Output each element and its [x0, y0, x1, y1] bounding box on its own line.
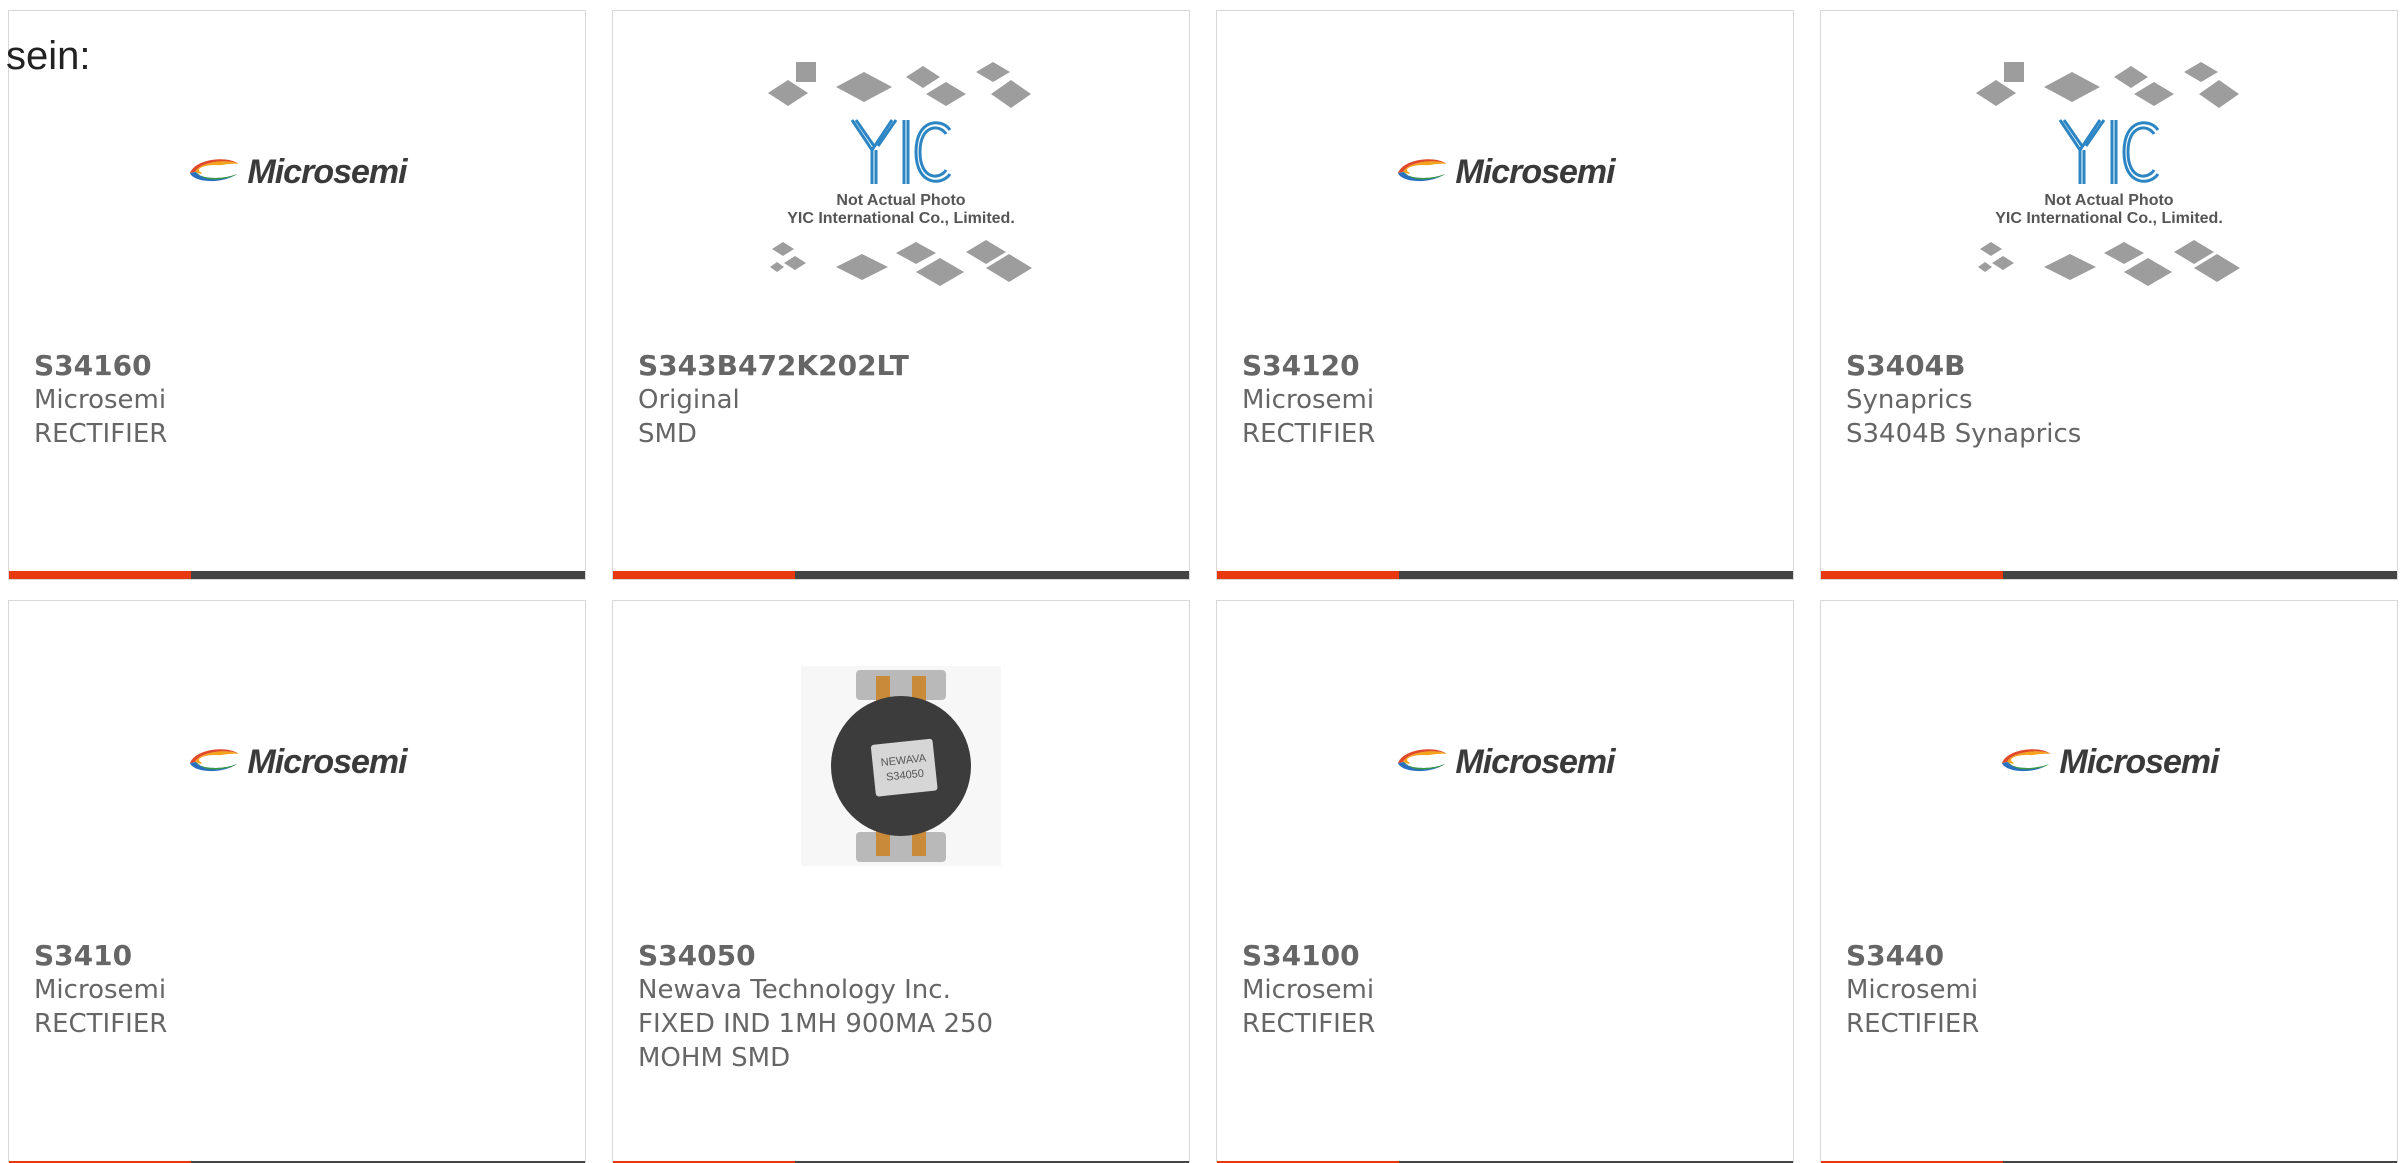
description: RECTIFIER: [1242, 1009, 1376, 1039]
chip-packages-icon: [1974, 238, 2244, 292]
description: RECTIFIER: [1846, 1009, 1980, 1039]
product-card[interactable]: NEWAVA S34050 S34050 Newava Technology Inc.…: [612, 600, 1190, 1163]
part-number[interactable]: S343B472K202LT: [638, 349, 1169, 383]
logo-wordmark: Microsemi: [247, 152, 407, 191]
product-card[interactable]: Microsemi S3410 Microsemi RECTIFIER: [8, 600, 586, 1163]
chip-packages-icon: [766, 238, 1036, 292]
description: RECTIFIER: [34, 1009, 168, 1039]
manufacturer: Microsemi: [34, 975, 167, 1005]
description: RECTIFIER: [34, 419, 168, 449]
card-bottom-bar: [1821, 571, 2397, 579]
manufacturer-logo[interactable]: Microsemi: [1821, 601, 2397, 941]
manufacturer: Microsemi: [1242, 385, 1375, 415]
logo-wordmark: Microsemi: [247, 742, 407, 781]
manufacturer-logo[interactable]: Microsemi: [1217, 601, 1793, 941]
lead-text: sein:: [6, 34, 91, 78]
card-accent-bar: [1821, 571, 2003, 579]
description: S3404B Synaprics: [1846, 419, 2082, 449]
microsemi-logo-icon: [1999, 745, 2055, 779]
card-accent-bar: [9, 571, 191, 579]
inductor-photo-icon: NEWAVA S34050: [801, 666, 1001, 870]
product-info: S34050 Newava Technology Inc. FIXED IND 1M…: [638, 939, 1169, 1075]
yic-logo-icon: [2054, 116, 2164, 192]
product-info: S3440 Microsemi RECTIFIER: [1846, 939, 2377, 1041]
part-number[interactable]: S34100: [1242, 939, 1773, 973]
card-accent-bar: [1217, 571, 1399, 579]
placeholder-caption: Not Actual Photo YIC International Co., L…: [1995, 192, 2223, 227]
part-number[interactable]: S34120: [1242, 349, 1773, 383]
description: FIXED IND 1MH 900MA 250: [638, 1009, 994, 1039]
card-accent-bar: [613, 571, 795, 579]
card-bottom-bar: [9, 571, 585, 579]
product-info: S3404B Synaprics S3404B Synaprics: [1846, 349, 2377, 451]
logo-wordmark: Microsemi: [1455, 742, 1615, 781]
product-info: S34100 Microsemi RECTIFIER: [1242, 939, 1773, 1041]
description: RECTIFIER: [1242, 419, 1376, 449]
product-info: S34160 Microsemi RECTIFIER: [34, 349, 565, 451]
part-number[interactable]: S3440: [1846, 939, 2377, 973]
product-card[interactable]: Not Actual Photo YIC International Co., L…: [1820, 10, 2398, 580]
manufacturer-logo[interactable]: Microsemi: [9, 601, 585, 941]
placeholder-image[interactable]: Not Actual Photo YIC International Co., L…: [1821, 11, 2397, 351]
part-number[interactable]: S3410: [34, 939, 565, 973]
microsemi-logo-icon: [1395, 155, 1451, 189]
manufacturer: Microsemi: [1242, 975, 1375, 1005]
manufacturer: Newava Technology Inc.: [638, 975, 951, 1005]
manufacturer-logo[interactable]: Microsemi: [1217, 11, 1793, 351]
manufacturer: Microsemi: [34, 385, 167, 415]
microsemi-logo-icon: [187, 745, 243, 779]
manufacturer: Original: [638, 385, 740, 415]
logo-wordmark: Microsemi: [2059, 742, 2219, 781]
manufacturer: Microsemi: [1846, 975, 1979, 1005]
manufacturer-logo[interactable]: Microsemi: [9, 11, 585, 351]
yic-logo-icon: [846, 116, 956, 192]
card-bottom-bar: [1217, 571, 1793, 579]
placeholder-image[interactable]: Not Actual Photo YIC International Co., L…: [613, 11, 1189, 351]
description: MOHM SMD: [638, 1043, 791, 1073]
product-info: S34120 Microsemi RECTIFIER: [1242, 349, 1773, 451]
manufacturer: Synaprics: [1846, 385, 1973, 415]
product-info: S3410 Microsemi RECTIFIER: [34, 939, 565, 1041]
product-grid: Microsemi S34160 Microsemi RECTIFIER Not Act…: [8, 10, 2398, 1163]
product-card[interactable]: Microsemi S34160 Microsemi RECTIFIER: [8, 10, 586, 580]
description: SMD: [638, 419, 697, 449]
product-info: S343B472K202LT Original SMD: [638, 349, 1169, 451]
microsemi-logo-icon: [187, 155, 243, 189]
part-number[interactable]: S34160: [34, 349, 565, 383]
microsemi-logo-icon: [1395, 745, 1451, 779]
logo-wordmark: Microsemi: [1455, 152, 1615, 191]
part-number[interactable]: S3404B: [1846, 349, 2377, 383]
product-card[interactable]: Microsemi S34120 Microsemi RECTIFIER: [1216, 10, 1794, 580]
product-photo[interactable]: NEWAVA S34050: [613, 601, 1189, 941]
product-grid-page: sein: Microsemi S34160 Microsemi RECTIFIER N…: [0, 0, 2400, 1163]
placeholder-caption: Not Actual Photo YIC International Co., L…: [787, 192, 1015, 227]
product-card[interactable]: Microsemi S3440 Microsemi RECTIFIER: [1820, 600, 2398, 1163]
product-card[interactable]: Not Actual Photo YIC International Co., L…: [612, 10, 1190, 580]
product-card[interactable]: Microsemi S34100 Microsemi RECTIFIER: [1216, 600, 1794, 1163]
card-bottom-bar: [613, 571, 1189, 579]
part-number[interactable]: S34050: [638, 939, 1169, 973]
